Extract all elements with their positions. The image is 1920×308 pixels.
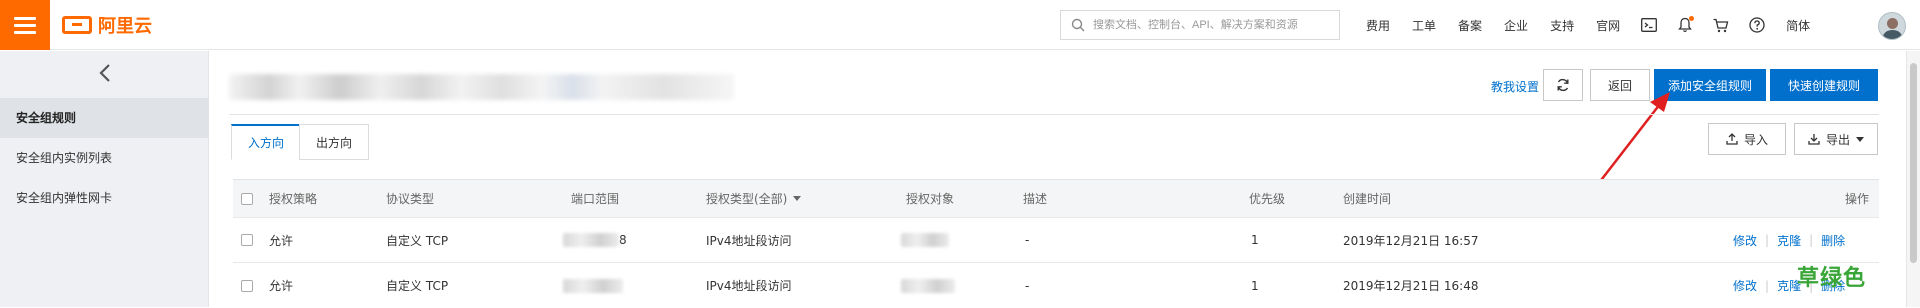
scrollbar-thumb[interactable] <box>1910 63 1917 263</box>
logo-text: 阿里云 <box>98 16 152 37</box>
cell-priority: 1 <box>1251 278 1259 293</box>
col-auth-type-label: 授权类型(全部) <box>706 192 788 206</box>
row-checkbox[interactable] <box>241 234 253 246</box>
caret-down-icon <box>1856 136 1864 142</box>
search-input[interactable] <box>1093 19 1323 31</box>
chevron-left-icon <box>98 64 110 82</box>
cell-auth-object <box>901 263 955 308</box>
tab-outbound[interactable]: 出方向 <box>299 124 370 160</box>
cell-auth-type: IPv4地址段访问 <box>706 233 792 248</box>
sidebar-item-elastic-nic[interactable]: 安全组内弹性网卡 <box>0 178 209 218</box>
col-priority: 优先级 <box>1249 192 1286 206</box>
page-scrollbar[interactable] <box>1906 51 1920 307</box>
nav-official-site[interactable]: 官网 <box>1585 17 1631 34</box>
action-separator: | <box>1809 233 1814 247</box>
security-group-title-redacted <box>229 74 734 100</box>
col-actions: 操作 <box>1845 192 1870 206</box>
cell-created-time: 2019年12月21日 16:48 <box>1343 279 1479 293</box>
terminal-icon[interactable] <box>1631 0 1667 50</box>
top-nav-links: 费用 工单 备案 企业 支持 官网 简体 <box>1355 0 1821 50</box>
security-rules-table: 授权策略 协议类型 端口范围 授权类型(全部) 授权对象 描述 优先级 创建时间… <box>233 179 1879 307</box>
cell-description: - <box>1025 233 1030 247</box>
redacted-auth-object <box>901 278 955 293</box>
refresh-button[interactable] <box>1543 69 1583 101</box>
row-checkbox[interactable] <box>241 279 253 292</box>
redacted-port <box>563 233 619 247</box>
nav-support[interactable]: 支持 <box>1539 17 1585 34</box>
help-icon[interactable] <box>1739 0 1775 50</box>
cell-priority: 1 <box>1251 233 1259 247</box>
sidebar-item-instance-list[interactable]: 安全组内实例列表 <box>0 138 209 178</box>
upload-icon <box>1726 133 1738 145</box>
action-separator: | <box>1765 233 1770 247</box>
port-suffix: 8 <box>619 233 627 247</box>
download-icon <box>1808 134 1820 145</box>
row-select-cell <box>241 218 253 262</box>
nav-icp[interactable]: 备案 <box>1447 17 1493 34</box>
action-separator: | <box>1765 278 1770 293</box>
hamburger-menu-icon[interactable] <box>0 0 50 50</box>
sidebar-back-button[interactable] <box>0 51 209 95</box>
redacted-auth-object <box>901 233 949 247</box>
header-divider <box>229 114 1879 115</box>
export-button[interactable]: 导出 <box>1794 123 1878 155</box>
cell-auth-object <box>901 218 949 262</box>
select-all-checkbox[interactable] <box>241 192 253 205</box>
cell-policy: 允许 <box>269 279 294 293</box>
col-protocol: 协议类型 <box>386 192 435 206</box>
edit-link[interactable]: 修改 <box>1733 277 1757 294</box>
aliyun-logo[interactable]: 阿里云 <box>62 13 152 37</box>
import-label: 导入 <box>1743 132 1768 147</box>
tab-inbound[interactable]: 入方向 <box>231 124 302 160</box>
delete-link[interactable]: 删除 <box>1821 232 1845 249</box>
cell-created-time: 2019年12月21日 16:57 <box>1343 233 1479 248</box>
edit-link[interactable]: 修改 <box>1733 232 1757 249</box>
search-icon <box>1071 18 1085 32</box>
col-auth-object: 授权对象 <box>906 192 955 206</box>
clone-link[interactable]: 克隆 <box>1777 232 1801 249</box>
teach-me-link[interactable]: 教我设置 <box>1491 78 1539 95</box>
table-header-row: 授权策略 协议类型 端口范围 授权类型(全部) 授权对象 描述 优先级 创建时间… <box>233 180 1879 218</box>
nav-tickets[interactable]: 工单 <box>1401 17 1447 34</box>
cell-port-range <box>563 263 623 308</box>
aliyun-logo-mark <box>62 16 92 34</box>
cell-auth-type: IPv4地址段访问 <box>706 279 792 293</box>
top-navigation-bar: 阿里云 费用 工单 备案 企业 支持 官网 简体 <box>0 0 1920 50</box>
select-all-cell <box>241 180 253 217</box>
cart-icon[interactable] <box>1703 0 1739 50</box>
nav-enterprise[interactable]: 企业 <box>1493 17 1539 34</box>
export-label: 导出 <box>1825 132 1850 147</box>
refresh-icon <box>1557 78 1569 92</box>
global-search-box[interactable] <box>1060 10 1340 40</box>
cell-protocol: 自定义 TCP <box>386 233 449 248</box>
cell-description: - <box>1025 278 1030 293</box>
col-description: 描述 <box>1023 192 1048 206</box>
nav-billing[interactable]: 费用 <box>1355 17 1401 34</box>
sidebar-item-security-group-rules[interactable]: 安全组规则 <box>0 98 209 138</box>
cell-policy: 允许 <box>269 233 294 248</box>
filter-caret-icon <box>793 196 802 201</box>
watermark-text: 草绿色 <box>1797 266 1867 291</box>
sidebar: 安全组规则 安全组内实例列表 安全组内弹性网卡 <box>0 51 209 307</box>
col-port-range: 端口范围 <box>571 192 620 206</box>
bell-icon[interactable] <box>1667 0 1703 50</box>
col-policy: 授权策略 <box>269 192 318 206</box>
cell-protocol: 自定义 TCP <box>386 279 449 293</box>
notification-dot <box>1689 16 1695 21</box>
import-button[interactable]: 导入 <box>1708 123 1786 155</box>
table-row: 允许 自定义 TCP 8 IPv4地址段访问 - 1 2019年12月21日 1… <box>233 218 1879 263</box>
user-avatar[interactable] <box>1878 12 1906 40</box>
col-auth-type-filter[interactable]: 授权类型(全部) <box>706 180 802 217</box>
redacted-port <box>563 278 623 293</box>
row-select-cell <box>241 263 253 308</box>
quick-create-rule-button[interactable]: 快速创建规则 <box>1770 69 1878 101</box>
row-actions: 修改 | 克隆 | 删除 <box>1733 218 1845 262</box>
table-row: 允许 自定义 TCP IPv4地址段访问 - 1 2019年12月21日 16:… <box>233 263 1879 308</box>
language-switch[interactable]: 简体 <box>1775 17 1821 34</box>
cell-port-range: 8 <box>563 218 627 262</box>
col-created-time: 创建时间 <box>1343 192 1392 206</box>
